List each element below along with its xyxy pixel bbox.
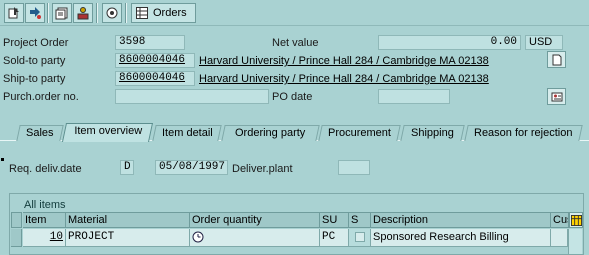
- net-value-label: Net value: [272, 37, 319, 49]
- col-header-item[interactable]: Item: [23, 212, 66, 228]
- deliver-plant-field[interactable]: [338, 160, 370, 175]
- cell-s[interactable]: [349, 229, 371, 247]
- other-order-icon: [30, 7, 41, 19]
- orders-button-label: Orders: [153, 7, 187, 19]
- tab-shipping-label: Shipping: [411, 127, 454, 139]
- req-deliv-date-field[interactable]: 05/08/1997: [155, 160, 228, 175]
- person-card-icon: [551, 92, 562, 101]
- table-settings-button[interactable]: [569, 212, 583, 228]
- partner-details-button[interactable]: [547, 88, 566, 105]
- row-selector[interactable]: [11, 229, 22, 247]
- col-header-s[interactable]: S: [349, 212, 371, 228]
- sold-to-address-link[interactable]: Harvard University / Prince Hall 284 / C…: [199, 54, 489, 68]
- sold-to-party-field[interactable]: 8600004046: [115, 53, 195, 68]
- req-deliv-date-label: Req. deliv.date: [9, 163, 82, 175]
- toolbar-separator: [96, 3, 98, 23]
- toolbar-separator: [47, 3, 49, 23]
- panel-marker: [1, 158, 4, 161]
- cell-description[interactable]: Sponsored Research Billing: [371, 229, 551, 247]
- project-order-label: Project Order: [3, 37, 69, 49]
- req-deliv-type-field[interactable]: D: [120, 160, 134, 175]
- po-date-field[interactable]: [378, 89, 450, 104]
- tab-item-overview-label: Item overview: [73, 125, 142, 137]
- tab-item-detail-label: Item detail: [161, 127, 213, 139]
- header-icon: [55, 7, 68, 20]
- tab-ordering-party[interactable]: Ordering party: [221, 125, 320, 141]
- cell-material[interactable]: PROJECT: [66, 229, 190, 247]
- sold-to-party-label: Sold-to party: [3, 55, 66, 67]
- purch-order-field[interactable]: [115, 89, 269, 104]
- business-partner-button[interactable]: [73, 3, 93, 23]
- cell-cus[interactable]: [551, 229, 568, 247]
- cell-su[interactable]: PC: [320, 229, 349, 247]
- tab-shipping[interactable]: Shipping: [400, 125, 465, 141]
- tab-item-detail[interactable]: Item detail: [152, 125, 222, 141]
- col-header-description[interactable]: Description: [371, 212, 551, 228]
- tab-sales[interactable]: Sales: [16, 125, 64, 141]
- orders-button[interactable]: Orders: [131, 3, 196, 23]
- toolbar-separator: [125, 3, 127, 23]
- status-checkbox[interactable]: [355, 232, 365, 242]
- table-icon: [136, 7, 148, 19]
- net-value-field[interactable]: 0.00: [378, 35, 521, 50]
- tab-ordering-party-label: Ordering party: [235, 127, 306, 139]
- ship-to-address-link[interactable]: Harvard University / Prince Hall 284 / C…: [199, 72, 489, 86]
- tab-procurement-label: Procurement: [328, 127, 391, 139]
- currency-field[interactable]: USD: [525, 35, 563, 50]
- tab-reason-for-rejection[interactable]: Reason for rejection: [464, 125, 583, 141]
- tab-reason-for-rejection-label: Reason for rejection: [474, 127, 573, 139]
- ship-to-party-label: Ship-to party: [3, 73, 66, 85]
- table-settings-icon: [570, 214, 582, 226]
- col-header-order-quantity[interactable]: Order quantity: [190, 212, 320, 228]
- table-vertical-scrollbar[interactable]: [568, 229, 582, 254]
- items-table-title: All items: [24, 199, 66, 211]
- other-order-button[interactable]: [25, 3, 45, 23]
- tab-sales-label: Sales: [26, 127, 54, 139]
- col-header-material[interactable]: Material: [66, 212, 190, 228]
- col-header-cus[interactable]: Cus: [551, 212, 569, 228]
- display-change-button[interactable]: [4, 3, 24, 23]
- po-date-label: PO date: [272, 91, 313, 103]
- person-icon: [77, 7, 89, 20]
- header-button[interactable]: [52, 3, 72, 23]
- settings-icon: [106, 7, 118, 19]
- cell-order-quantity[interactable]: [190, 229, 320, 247]
- tab-procurement[interactable]: Procurement: [318, 125, 401, 141]
- select-all-cell[interactable]: [11, 212, 22, 228]
- document-button[interactable]: [547, 51, 566, 68]
- cell-item[interactable]: 10: [23, 229, 66, 247]
- purch-order-label: Purch.order no.: [3, 91, 79, 103]
- project-order-field[interactable]: 3598: [115, 35, 185, 50]
- col-header-su[interactable]: SU: [320, 212, 349, 228]
- deliver-plant-label: Deliver.plant: [232, 163, 293, 175]
- clock-icon: [192, 231, 204, 243]
- ship-to-party-field[interactable]: 8600004046: [115, 71, 195, 86]
- configuration-button[interactable]: [102, 3, 122, 23]
- document-icon: [552, 54, 561, 65]
- tab-item-overview[interactable]: Item overview: [61, 123, 154, 142]
- display-change-icon: [8, 7, 19, 19]
